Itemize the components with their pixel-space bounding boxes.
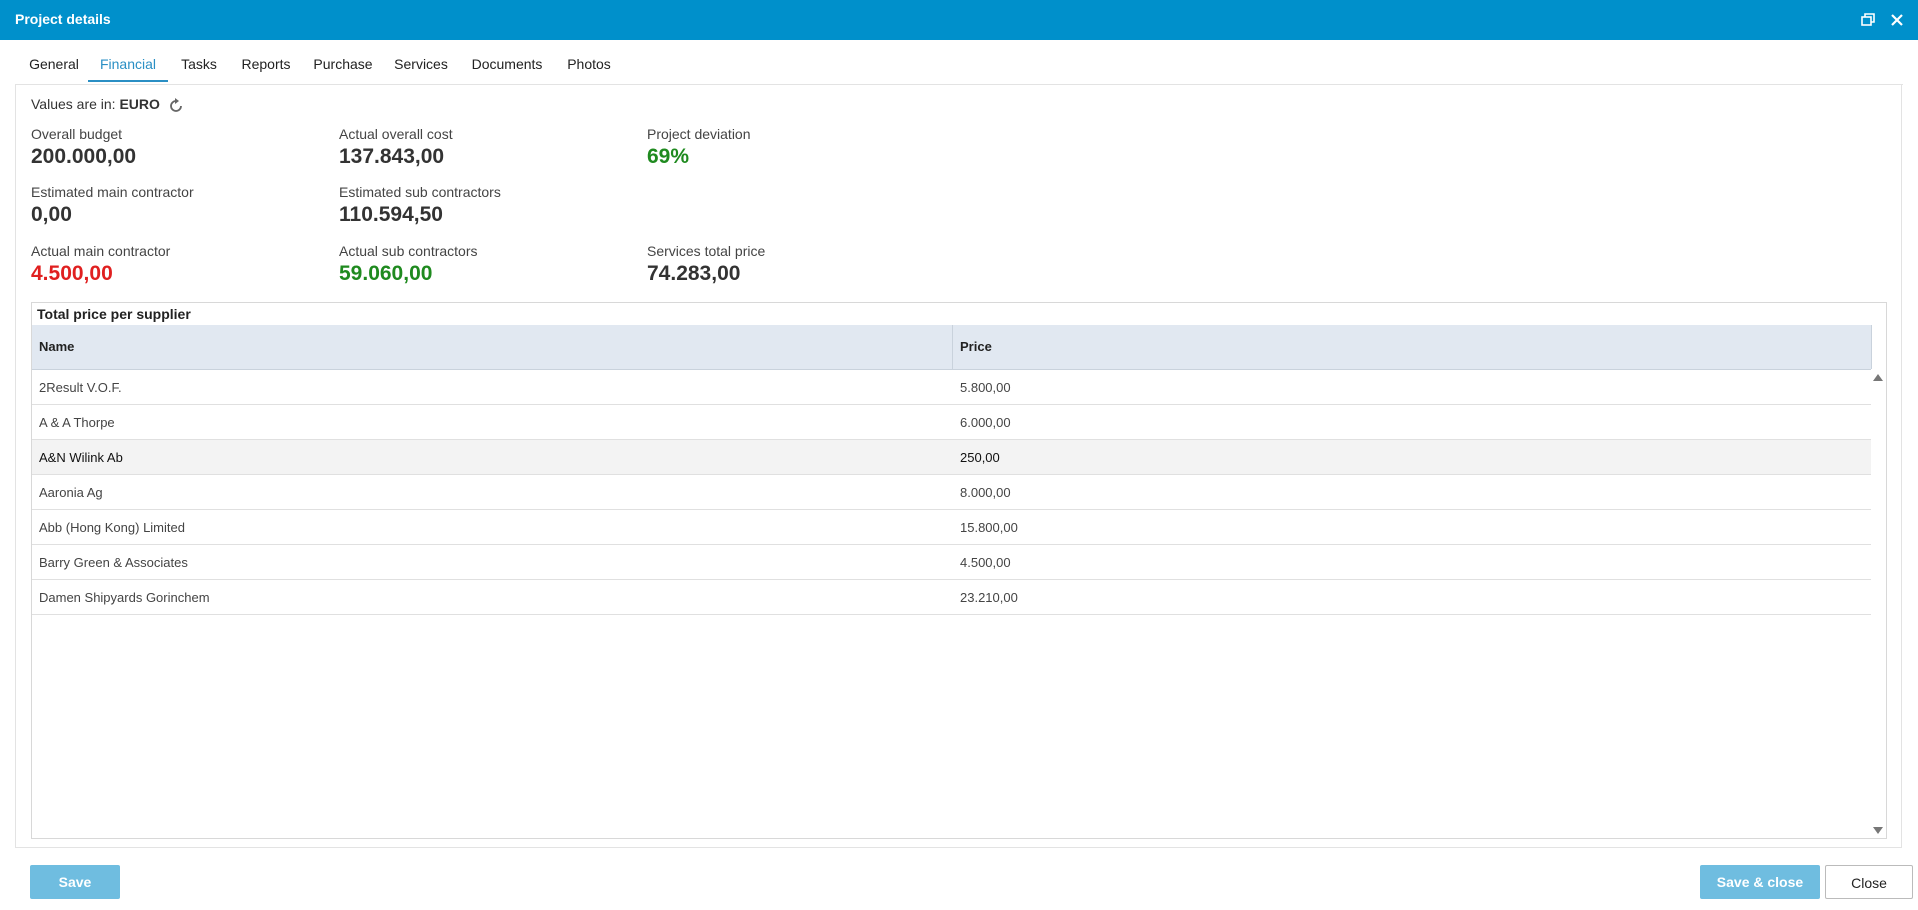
column-separator [1871, 325, 1872, 369]
tab-reports[interactable]: Reports [235, 46, 297, 82]
table-row[interactable]: Abb (Hong Kong) Limited 15.800,00 [32, 510, 1871, 545]
tab-photos[interactable]: Photos [559, 46, 619, 82]
table-row[interactable]: Barry Green & Associates 4.500,00 [32, 545, 1871, 580]
supplier-price-cell: 250,00 [960, 450, 1000, 465]
supplier-price-cell: 4.500,00 [960, 555, 1011, 570]
supplier-name-cell: Aaronia Ag [39, 485, 103, 500]
actual-overall-cost-stat: Actual overall cost 137.843,00 [339, 126, 453, 169]
refresh-icon[interactable] [167, 97, 185, 115]
project-deviation-label: Project deviation [647, 126, 751, 142]
table-row[interactable]: A&N Wilink Ab 250,00 [32, 440, 1871, 475]
supplier-name-cell: A&N Wilink Ab [39, 450, 123, 465]
supplier-name-cell: Abb (Hong Kong) Limited [39, 520, 185, 535]
currency-info: Values are in: EURO [31, 96, 160, 112]
overall-budget-stat: Overall budget 200.000,00 [31, 126, 136, 169]
grid-rows: 2Result V.O.F. 5.800,00 A & A Thorpe 6.0… [32, 370, 1871, 615]
supplier-name-cell: 2Result V.O.F. [39, 380, 122, 395]
grid-header: Name Price [32, 325, 1872, 370]
tab-documents[interactable]: Documents [465, 46, 549, 82]
services-total-price-stat: Services total price 74.283,00 [647, 243, 765, 286]
currency-value: EURO [119, 96, 160, 112]
estimated-main-contractor-value: 0,00 [31, 203, 72, 226]
table-row[interactable]: Damen Shipyards Gorinchem 23.210,00 [32, 580, 1871, 615]
project-deviation-value: 69% [647, 145, 690, 168]
save-button[interactable]: Save [30, 865, 120, 899]
tab-services[interactable]: Services [389, 46, 453, 82]
column-separator [952, 325, 953, 369]
tab-purchase[interactable]: Purchase [308, 46, 378, 82]
tab-tasks[interactable]: Tasks [176, 46, 222, 82]
estimated-sub-contractors-label: Estimated sub contractors [339, 184, 501, 200]
close-button[interactable]: Close [1825, 865, 1913, 899]
window-titlebar: Project details [0, 0, 1918, 40]
project-deviation-stat: Project deviation 69% [647, 126, 751, 169]
estimated-sub-contractors-value: 110.594,50 [339, 203, 443, 226]
actual-overall-cost-value: 137.843,00 [339, 145, 445, 168]
overall-budget-label: Overall budget [31, 126, 123, 142]
overall-budget-value: 200.000,00 [31, 145, 137, 168]
actual-main-contractor-stat: Actual main contractor 4.500,00 [31, 243, 170, 286]
actual-sub-contractors-stat: Actual sub contractors 59.060,00 [339, 243, 478, 286]
supplier-name-cell: Barry Green & Associates [39, 555, 188, 570]
services-total-price-value: 74.283,00 [647, 262, 741, 285]
estimated-main-contractor-label: Estimated main contractor [31, 184, 194, 200]
restore-window-icon[interactable] [1857, 9, 1879, 31]
grid-title: Total price per supplier [37, 306, 191, 322]
supplier-price-cell: 5.800,00 [960, 380, 1011, 395]
column-header-price[interactable]: Price [960, 325, 992, 369]
estimated-sub-contractors-stat: Estimated sub contractors 110.594,50 [339, 184, 501, 227]
actual-sub-contractors-label: Actual sub contractors [339, 243, 478, 259]
actual-main-contractor-value: 4.500,00 [31, 262, 113, 285]
scroll-down-icon[interactable] [1873, 827, 1883, 834]
supplier-price-cell: 15.800,00 [960, 520, 1018, 535]
table-row[interactable]: A & A Thorpe 6.000,00 [32, 405, 1871, 440]
supplier-price-grid: Total price per supplier Name Price 2Res… [31, 302, 1887, 839]
supplier-price-cell: 8.000,00 [960, 485, 1011, 500]
table-row[interactable]: 2Result V.O.F. 5.800,00 [32, 370, 1871, 405]
actual-main-contractor-label: Actual main contractor [31, 243, 171, 259]
tab-general[interactable]: General [27, 46, 81, 82]
column-header-name[interactable]: Name [39, 325, 74, 369]
grid-vertical-scrollbar[interactable] [1870, 370, 1886, 838]
window-title: Project details [15, 11, 111, 27]
services-total-price-label: Services total price [647, 243, 766, 259]
scroll-up-icon[interactable] [1873, 374, 1883, 381]
supplier-price-cell: 6.000,00 [960, 415, 1011, 430]
tab-financial[interactable]: Financial [88, 46, 168, 82]
close-window-icon[interactable] [1886, 9, 1908, 31]
supplier-name-cell: A & A Thorpe [39, 415, 115, 430]
supplier-name-cell: Damen Shipyards Gorinchem [39, 590, 210, 605]
actual-overall-cost-label: Actual overall cost [339, 126, 453, 142]
save-and-close-button[interactable]: Save & close [1700, 865, 1820, 899]
supplier-price-cell: 23.210,00 [960, 590, 1018, 605]
actual-sub-contractors-value: 59.060,00 [339, 262, 433, 285]
table-row[interactable]: Aaronia Ag 8.000,00 [32, 475, 1871, 510]
estimated-main-contractor-stat: Estimated main contractor 0,00 [31, 184, 194, 227]
currency-prefix: Values are in: [31, 96, 116, 112]
tab-bar: General Financial Tasks Reports Purchase… [15, 46, 1903, 85]
